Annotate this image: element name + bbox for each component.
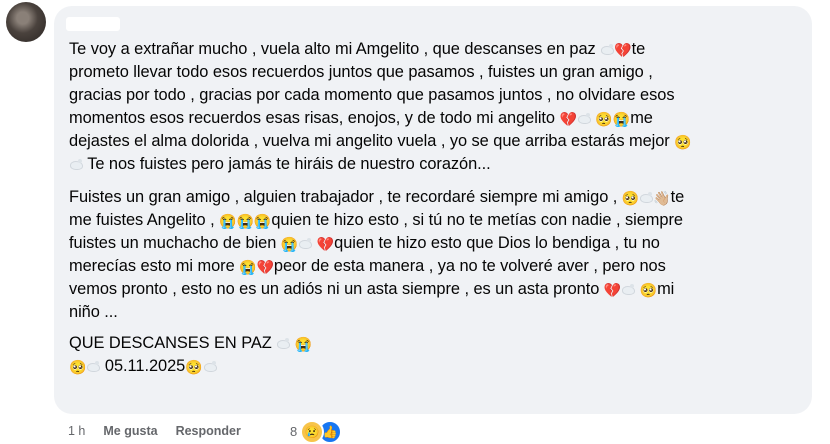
- comment-text-run: QUE DESCANSES EN PAZ: [69, 334, 277, 352]
- dove-icon: [203, 361, 217, 372]
- emoji-icon: 😭: [219, 213, 237, 229]
- emoji-icon: 😭: [253, 213, 272, 229]
- emoji-icon: 💔: [256, 259, 274, 275]
- comment-bubble: Te voy a extrañar mucho , vuela alto mi …: [54, 6, 812, 414]
- emoji-icon: 😭: [612, 111, 631, 127]
- dove-icon: [70, 159, 83, 170]
- reaction-count[interactable]: 8: [290, 424, 297, 439]
- comment-text: Te voy a extrañar mucho , vuela alto mi …: [69, 38, 804, 378]
- comment-text-run: quien te hizo esto , si tú no te metías …: [271, 211, 683, 229]
- comment-text-run: niño ...: [69, 303, 118, 321]
- dove-icon: [622, 284, 636, 295]
- comment-text-run: dejastes el alma dolorida , vuelva mi an…: [69, 132, 675, 150]
- comment-paragraph: QUE DESCANSES EN PAZ 😭 🥺 05.11.2025🥺: [69, 332, 804, 378]
- comment-text-run: gracias por todo , gracias por cada mome…: [69, 86, 675, 104]
- emoji-icon: 👋🏼: [653, 190, 671, 206]
- comment-text-run: 05.11.2025: [100, 357, 186, 375]
- timestamp[interactable]: 1 h: [68, 424, 85, 438]
- comment-text-run: te: [670, 188, 685, 206]
- avatar[interactable]: [6, 2, 46, 42]
- emoji-icon: 😭: [236, 213, 254, 229]
- comment-paragraph: Te voy a extrañar mucho , vuela alto mi …: [69, 38, 804, 176]
- emoji-icon: 💔: [603, 282, 622, 298]
- reply-button[interactable]: Responder: [176, 424, 241, 438]
- dove-icon: [601, 44, 615, 55]
- dove-icon: [87, 361, 101, 372]
- comment-text-run: prometo llevar todo esos recuerdos junto…: [69, 63, 653, 81]
- comment-text-run: te: [631, 40, 646, 58]
- dove-icon: [640, 192, 654, 203]
- comment-text-run: me fuistes Angelito ,: [69, 211, 220, 229]
- reaction-icons[interactable]: 😢 👍: [300, 420, 342, 444]
- comment-text-run: fuistes un muchacho de bien: [69, 234, 281, 252]
- comment-paragraph: Fuistes un gran amigo , alguien trabajad…: [69, 186, 804, 324]
- like-button[interactable]: Me gusta: [103, 424, 157, 438]
- emoji-icon: 😭: [239, 259, 257, 275]
- dove-icon: [299, 238, 313, 249]
- comment-text-run: mi: [657, 280, 675, 298]
- comment-text-run: Te nos fuistes pero jamás te hiráis de n…: [83, 155, 491, 173]
- comment-text-run: vemos pronto , esto no es un adiós ni un…: [69, 280, 604, 298]
- emoji-icon: 🥺: [674, 134, 692, 150]
- emoji-icon: 🥺: [185, 359, 203, 375]
- emoji-icon: 🥺: [639, 282, 658, 298]
- dove-icon: [577, 113, 591, 124]
- comment-text-run: peor de esta manera , ya no te volveré a…: [273, 257, 666, 275]
- dove-icon: [277, 338, 291, 349]
- sad-icon: 😢: [300, 420, 324, 444]
- comment-text-run: Te voy a extrañar mucho , vuela alto mi …: [69, 40, 601, 58]
- emoji-icon: 💔: [614, 42, 632, 58]
- emoji-icon: 🥺: [69, 359, 87, 375]
- comment-text-run: momentos esos recuerdos esas risas, enoj…: [69, 109, 560, 127]
- comment-text-run: merecías esto mi more: [69, 257, 240, 275]
- comment-text-run: me: [630, 109, 653, 127]
- emoji-icon: 💔: [559, 111, 577, 127]
- comment-text-run: quien te hizo esto que Dios lo bendiga ,…: [334, 234, 660, 252]
- emoji-icon: 🥺: [621, 190, 640, 206]
- comment-text-run: Fuistes un gran amigo , alguien trabajad…: [69, 188, 622, 206]
- emoji-icon: 😭: [280, 236, 299, 252]
- emoji-icon: 😭: [294, 336, 313, 352]
- emoji-icon: 🥺: [595, 111, 613, 127]
- author-name-redacted[interactable]: [66, 17, 120, 31]
- comment-actions: 1 h Me gusta Responder: [68, 424, 259, 438]
- emoji-icon: 💔: [316, 236, 335, 252]
